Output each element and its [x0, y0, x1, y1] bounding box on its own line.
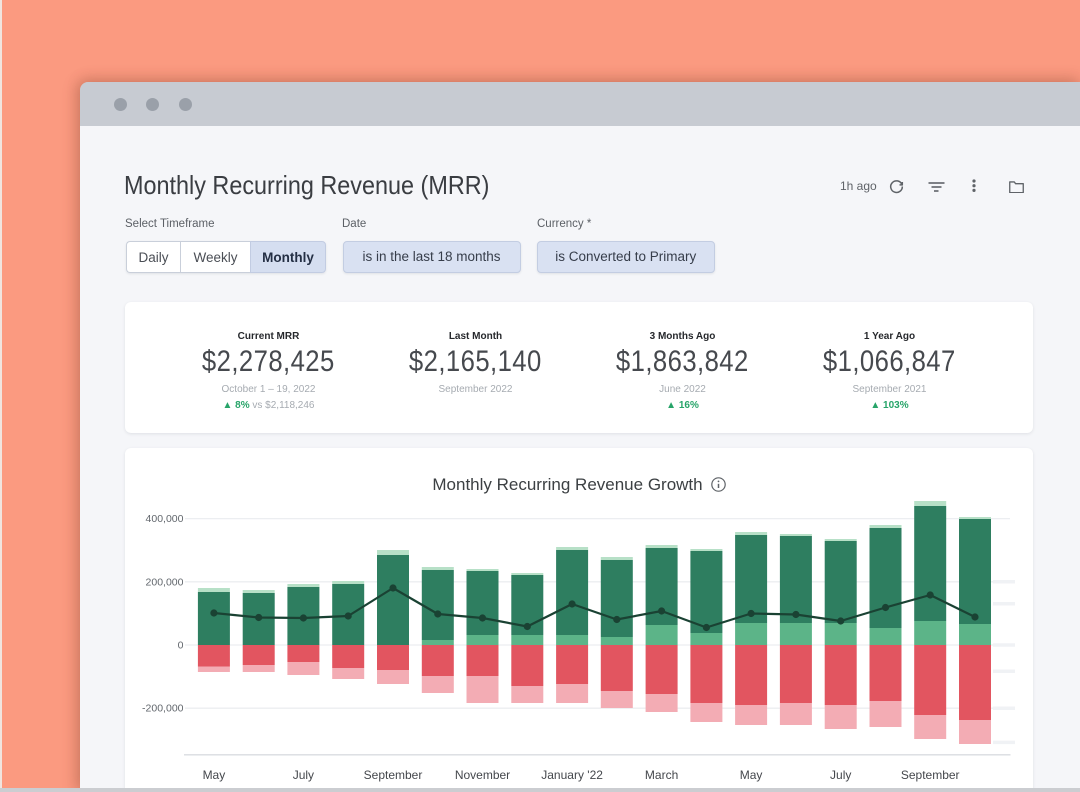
svg-text:0: 0: [178, 640, 184, 652]
svg-text:May: May: [203, 768, 226, 782]
svg-text:July: July: [293, 768, 314, 782]
svg-text:200,000: 200,000: [146, 576, 184, 588]
svg-text:400,000: 400,000: [146, 513, 184, 525]
svg-text:May: May: [740, 768, 763, 782]
svg-text:September: September: [901, 768, 960, 782]
svg-text:March: March: [645, 768, 678, 782]
svg-text:-200,000: -200,000: [142, 703, 184, 715]
svg-text:September: September: [364, 768, 423, 782]
svg-text:January '22: January '22: [541, 768, 603, 782]
svg-text:November: November: [455, 768, 510, 782]
svg-text:July: July: [830, 768, 851, 782]
